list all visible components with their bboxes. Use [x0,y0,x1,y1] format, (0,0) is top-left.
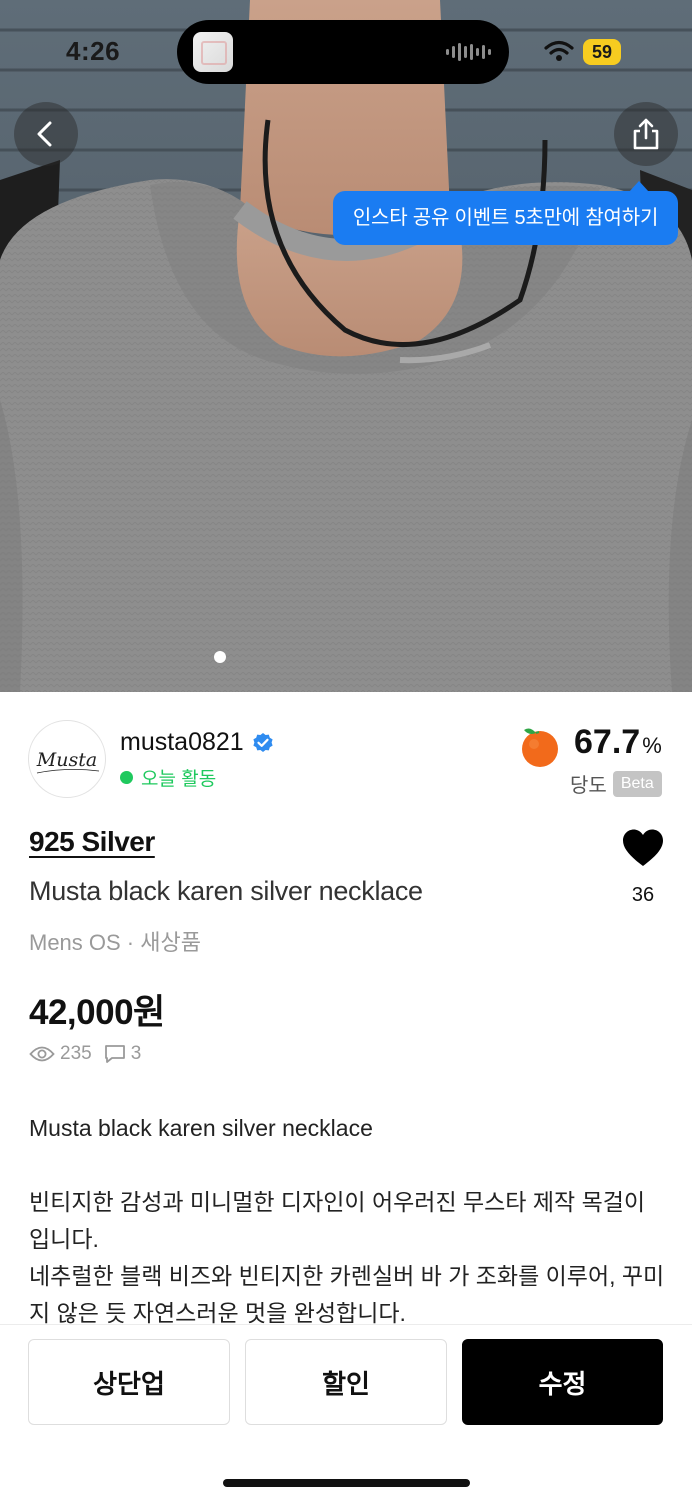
description-line: 빈티지한 감성과 미니멀한 디자인이 어우러진 무스타 제작 목걸이입니다. [29,1189,646,1252]
view-count: 235 [60,1043,92,1064]
svg-text:Musta: Musta [36,749,97,771]
orange-fruit-icon [522,728,558,767]
sweetness-label-row: 당도 Beta [570,769,662,798]
share-button[interactable] [614,102,678,166]
discount-button[interactable]: 할인 [245,1339,447,1425]
wifi-icon [544,40,574,61]
chevron-left-icon [37,121,52,147]
seller-avatar[interactable]: Musta [28,720,106,798]
activity-text: 오늘 활동 [141,769,217,790]
comment-icon [104,1045,125,1063]
share-icon [633,118,659,150]
sweetness-score[interactable]: 67.7% 당도 Beta [516,720,666,800]
home-indicator[interactable] [223,1479,470,1487]
heart-icon [623,829,663,866]
product-title: Musta black karen silver necklace [29,876,423,906]
sweetness-unit: % [642,733,662,758]
musta-logo: Musta [36,749,100,774]
status-time: 4:26 [66,36,121,66]
product-photo[interactable] [0,0,692,692]
sweetness-value: 67.7 [574,723,641,761]
instagram-event-tooltip[interactable]: 인스타 공유 이벤트 5초만에 참여하기 [333,181,678,245]
back-button[interactable] [14,102,78,166]
online-dot-icon [120,771,133,784]
product-description: Musta black karen silver necklace 빈티지한 감… [29,1110,665,1332]
brand-link[interactable]: 925 Silver [29,826,155,858]
product-size-condition: Mens OS · 새상품 [29,930,201,955]
product-photo-image [0,0,692,692]
like-count: 36 [631,884,655,906]
sweetness-label: 당도 [570,775,607,797]
product-stats: 235 3 [29,1043,153,1065]
live-activity-thumbnail [193,32,233,72]
carousel-page-indicator [214,651,226,663]
seller-name-row[interactable]: musta0821 [120,728,274,757]
seller-username[interactable]: musta0821 [120,728,244,757]
battery-indicator: 59 [583,39,621,65]
seller-activity-status: 오늘 활동 [120,764,216,791]
bump-button[interactable]: 상단업 [28,1339,230,1425]
like-button[interactable]: 36 [606,824,680,914]
dynamic-island [177,20,509,84]
product-price: 42,000원 [29,993,165,1032]
verified-badge-icon [253,732,273,752]
sweetness-value-row: 67.7% [574,723,662,762]
audio-wave-icon [446,42,491,62]
description-line: Musta black karen silver necklace [29,1115,373,1141]
edit-button[interactable]: 수정 [462,1339,663,1425]
bottom-action-bar: 상단업 할인 수정 [0,1324,692,1501]
beta-badge: Beta [612,770,662,797]
comment-count: 3 [130,1043,142,1064]
description-line: 네추럴한 블랙 비즈와 빈티지한 카렌실버 바 가 조화를 이루어, 꾸미지 않… [29,1263,665,1326]
eye-icon [29,1046,55,1062]
